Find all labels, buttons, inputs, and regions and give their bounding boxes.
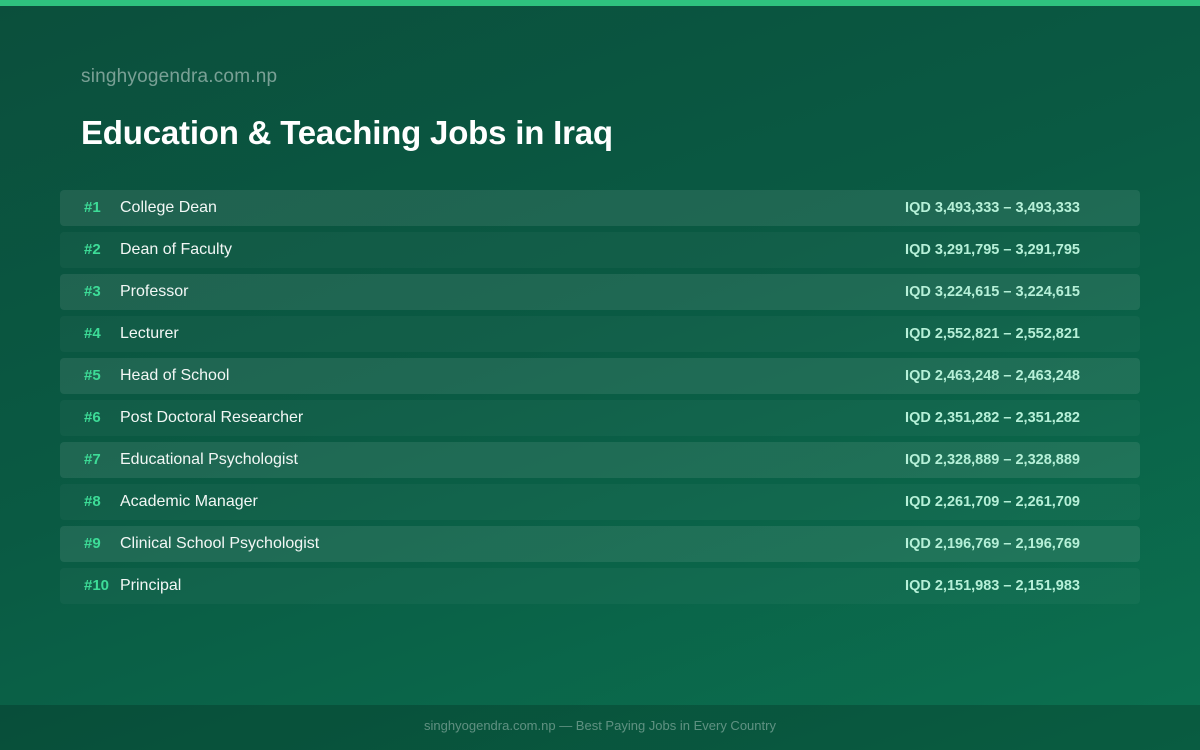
- job-rank: #10: [84, 577, 110, 594]
- job-salary: IQD 2,351,282 – 2,351,282: [905, 410, 1080, 426]
- job-rank: #7: [84, 451, 101, 468]
- job-rank: #1: [84, 199, 101, 216]
- job-title: Academic Manager: [120, 493, 258, 510]
- job-salary: IQD 2,463,248 – 2,463,248: [905, 368, 1080, 384]
- job-row: #2 Dean of Faculty IQD 3,291,795 – 3,291…: [60, 232, 1140, 268]
- job-row: #8 Academic Manager IQD 2,261,709 – 2,26…: [60, 484, 1140, 520]
- job-title: Dean of Faculty: [120, 241, 233, 258]
- site-name: singhyogendra.com.np: [81, 66, 278, 87]
- job-rank: #8: [84, 493, 101, 510]
- job-row: #7 Educational Psychologist IQD 2,328,88…: [60, 442, 1140, 478]
- top-accent-bar: [0, 0, 1200, 6]
- job-rank: #5: [84, 367, 101, 384]
- job-title: Lecturer: [120, 325, 179, 342]
- job-title: Educational Psychologist: [120, 451, 298, 468]
- job-row: #4 Lecturer IQD 2,552,821 – 2,552,821: [60, 316, 1140, 352]
- job-rank: #9: [84, 535, 101, 552]
- page-title: Education & Teaching Jobs in Iraq: [81, 114, 613, 151]
- job-salary: IQD 2,552,821 – 2,552,821: [905, 326, 1080, 342]
- footer: singhyogendra.com.np — Best Paying Jobs …: [0, 705, 1200, 750]
- job-salary: IQD 3,224,615 – 3,224,615: [905, 284, 1080, 300]
- job-title: College Dean: [120, 199, 217, 216]
- job-rank: #3: [84, 283, 101, 300]
- job-title: Professor: [120, 283, 189, 300]
- job-salary: IQD 3,291,795 – 3,291,795: [905, 242, 1080, 258]
- job-rank: #6: [84, 409, 101, 426]
- job-title: Principal: [120, 577, 182, 594]
- job-title: Post Doctoral Researcher: [120, 409, 304, 426]
- job-row: #3 Professor IQD 3,224,615 – 3,224,615: [60, 274, 1140, 310]
- job-salary: IQD 2,151,983 – 2,151,983: [905, 578, 1080, 594]
- job-salary: IQD 3,493,333 – 3,493,333: [905, 200, 1080, 216]
- job-rank: #4: [84, 325, 101, 342]
- job-row: #9 Clinical School Psychologist IQD 2,19…: [60, 526, 1140, 562]
- job-row: #6 Post Doctoral Researcher IQD 2,351,28…: [60, 400, 1140, 436]
- job-salary: IQD 2,328,889 – 2,328,889: [905, 452, 1080, 468]
- job-salary: IQD 2,196,769 – 2,196,769: [905, 536, 1080, 552]
- job-row: #10 Principal IQD 2,151,983 – 2,151,983: [60, 568, 1140, 604]
- job-rank: #2: [84, 241, 101, 258]
- job-row: #1 College Dean IQD 3,493,333 – 3,493,33…: [60, 190, 1140, 226]
- job-salary: IQD 2,261,709 – 2,261,709: [905, 494, 1080, 510]
- job-title: Head of School: [120, 367, 230, 384]
- job-title: Clinical School Psychologist: [120, 535, 320, 552]
- job-row: #5 Head of School IQD 2,463,248 – 2,463,…: [60, 358, 1140, 394]
- footer-text: singhyogendra.com.np — Best Paying Jobs …: [424, 718, 776, 733]
- jobs-list: #1 College Dean IQD 3,493,333 – 3,493,33…: [60, 190, 1140, 610]
